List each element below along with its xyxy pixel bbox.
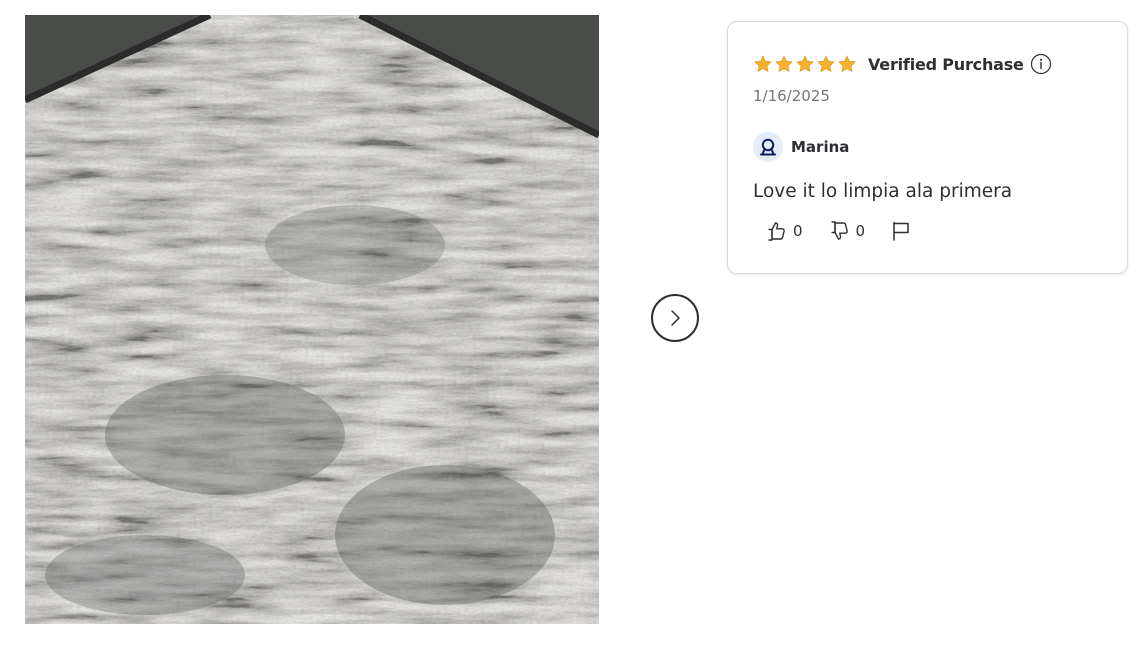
thumbs-down-icon [831,221,848,240]
avatar [753,132,783,162]
chevron-right-icon [671,310,680,326]
unhelpful-button[interactable]: 0 [827,219,866,243]
review-photo[interactable] [25,15,599,624]
star-icon [754,55,772,73]
review-card: Verified Purchase 1/16/2025 Marina Love … [727,21,1128,274]
star-icon [796,55,814,73]
user-icon [760,138,776,156]
review-actions: 0 0 [764,219,913,243]
thumbs-up-icon [768,222,785,241]
review-date: 1/16/2025 [753,87,830,105]
info-icon[interactable] [1030,53,1052,75]
star-icon [838,55,856,73]
helpful-button[interactable]: 0 [764,219,803,243]
flag-icon [893,221,909,241]
review-text: Love it lo limpia ala primera [753,181,1013,202]
reviewer-name: Marina [791,138,850,156]
report-button[interactable] [889,219,913,243]
star-icon [775,55,793,73]
reviewer: Marina [753,132,849,162]
star-icon [817,55,835,73]
rating-row: Verified Purchase [753,52,1052,76]
verified-purchase-label: Verified Purchase [868,54,1024,74]
star-rating [753,54,857,74]
helpful-count: 0 [793,222,803,240]
rug-image [25,15,599,624]
next-button[interactable] [651,294,699,342]
unhelpful-count: 0 [855,222,866,240]
